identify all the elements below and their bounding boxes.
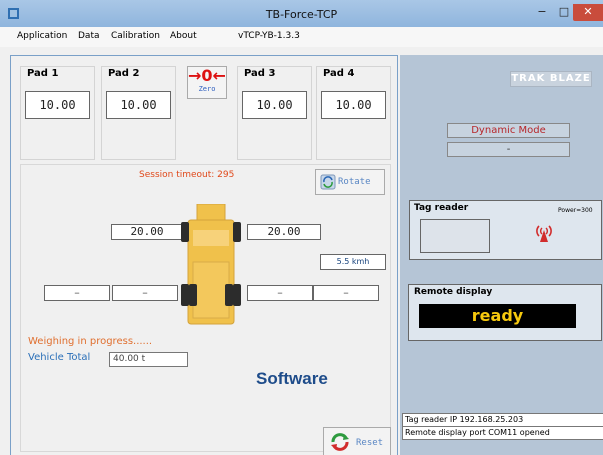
maximize-button[interactable]: □: [553, 4, 575, 21]
pad-3: Pad 3 10.00: [237, 66, 312, 160]
tag-reader-power: Power=300: [558, 207, 593, 214]
status-line-remote-display: Remote display port COM11 opened: [402, 426, 603, 440]
vehicle-frame: Session timeout: 295 Rotate 20.00 20.00 …: [20, 164, 391, 452]
app-window: TB-Force-TCP − □ ✕ Application Data Cali…: [0, 0, 603, 455]
axle2-weight-4: –: [313, 285, 379, 301]
status-line-tag-reader: Tag reader IP 192.168.25.203: [402, 413, 603, 427]
rotate-icon: [320, 174, 336, 190]
rotate-button[interactable]: Rotate: [315, 169, 385, 195]
version-label: vTCP-YB-1.3.3: [238, 31, 300, 41]
minimize-button[interactable]: −: [531, 4, 553, 21]
menu-bar: Application Data Calibration About vTCP-…: [0, 27, 603, 47]
overlay-caption: Software: [256, 369, 328, 388]
vehicle-total-label: Vehicle Total: [28, 352, 91, 363]
session-timeout: Session timeout: 295: [139, 170, 235, 180]
pad-value: 10.00: [106, 91, 171, 119]
right-panel: TRAK BLAZE Dynamic Mode - Tag reader Pow…: [400, 55, 603, 455]
pad-label: Pad 2: [108, 68, 140, 79]
pad-value: 10.00: [242, 91, 307, 119]
tag-reader-title: Tag reader: [414, 203, 469, 213]
pad-label: Pad 1: [27, 68, 59, 79]
pad-1: Pad 1 10.00: [20, 66, 95, 160]
zero-icon: →0←: [188, 66, 226, 85]
pad-value: 10.00: [321, 91, 386, 119]
pad-label: Pad 3: [244, 68, 276, 79]
title-bar[interactable]: TB-Force-TCP − □ ✕: [0, 0, 603, 27]
pad-2: Pad 2 10.00: [101, 66, 176, 160]
menu-application[interactable]: Application: [17, 31, 67, 41]
mode-indicator: Dynamic Mode: [447, 123, 570, 138]
antenna-icon: [536, 225, 552, 242]
pad-label: Pad 4: [323, 68, 355, 79]
zero-button[interactable]: →0← Zero: [187, 66, 227, 99]
brand-logo: TRAK BLAZE: [510, 71, 592, 87]
menu-calibration[interactable]: Calibration: [111, 31, 160, 41]
pad-value: 10.00: [25, 91, 90, 119]
menu-about[interactable]: About: [170, 31, 197, 41]
vehicle-total-field: 40.00 t: [109, 352, 188, 367]
weighing-status: Weighing in progress......: [28, 336, 153, 347]
remote-display-group: Remote display ready: [408, 284, 602, 341]
pad-4: Pad 4 10.00: [316, 66, 391, 160]
tag-reader-group: Tag reader Power=300: [409, 200, 602, 260]
remote-display-title: Remote display: [414, 287, 493, 297]
mode-sub-indicator: -: [447, 142, 570, 157]
speed-readout: 5.5 kmh: [320, 254, 386, 270]
reset-icon: [331, 433, 349, 451]
truck-icon: [181, 204, 241, 325]
menu-data[interactable]: Data: [78, 31, 100, 41]
remote-display-screen: ready: [419, 304, 576, 328]
weighing-panel: Pad 1 10.00 Pad 2 10.00 →0← Zero Pad 3 1…: [10, 55, 398, 455]
axle2-weight-3: –: [247, 285, 313, 301]
axle2-weight-2: –: [112, 285, 178, 301]
zero-label: Zero: [198, 85, 216, 93]
rotate-label: Rotate: [338, 177, 371, 187]
axle1-left-weight: 20.00: [111, 224, 183, 240]
axle2-weight-1: –: [44, 285, 110, 301]
close-button[interactable]: ✕: [573, 4, 603, 21]
reset-label: Reset: [356, 438, 384, 448]
axle1-right-weight: 20.00: [247, 224, 321, 240]
tag-reader-field: [420, 219, 490, 253]
window-title: TB-Force-TCP: [265, 8, 338, 21]
reset-button[interactable]: Reset: [323, 427, 391, 455]
